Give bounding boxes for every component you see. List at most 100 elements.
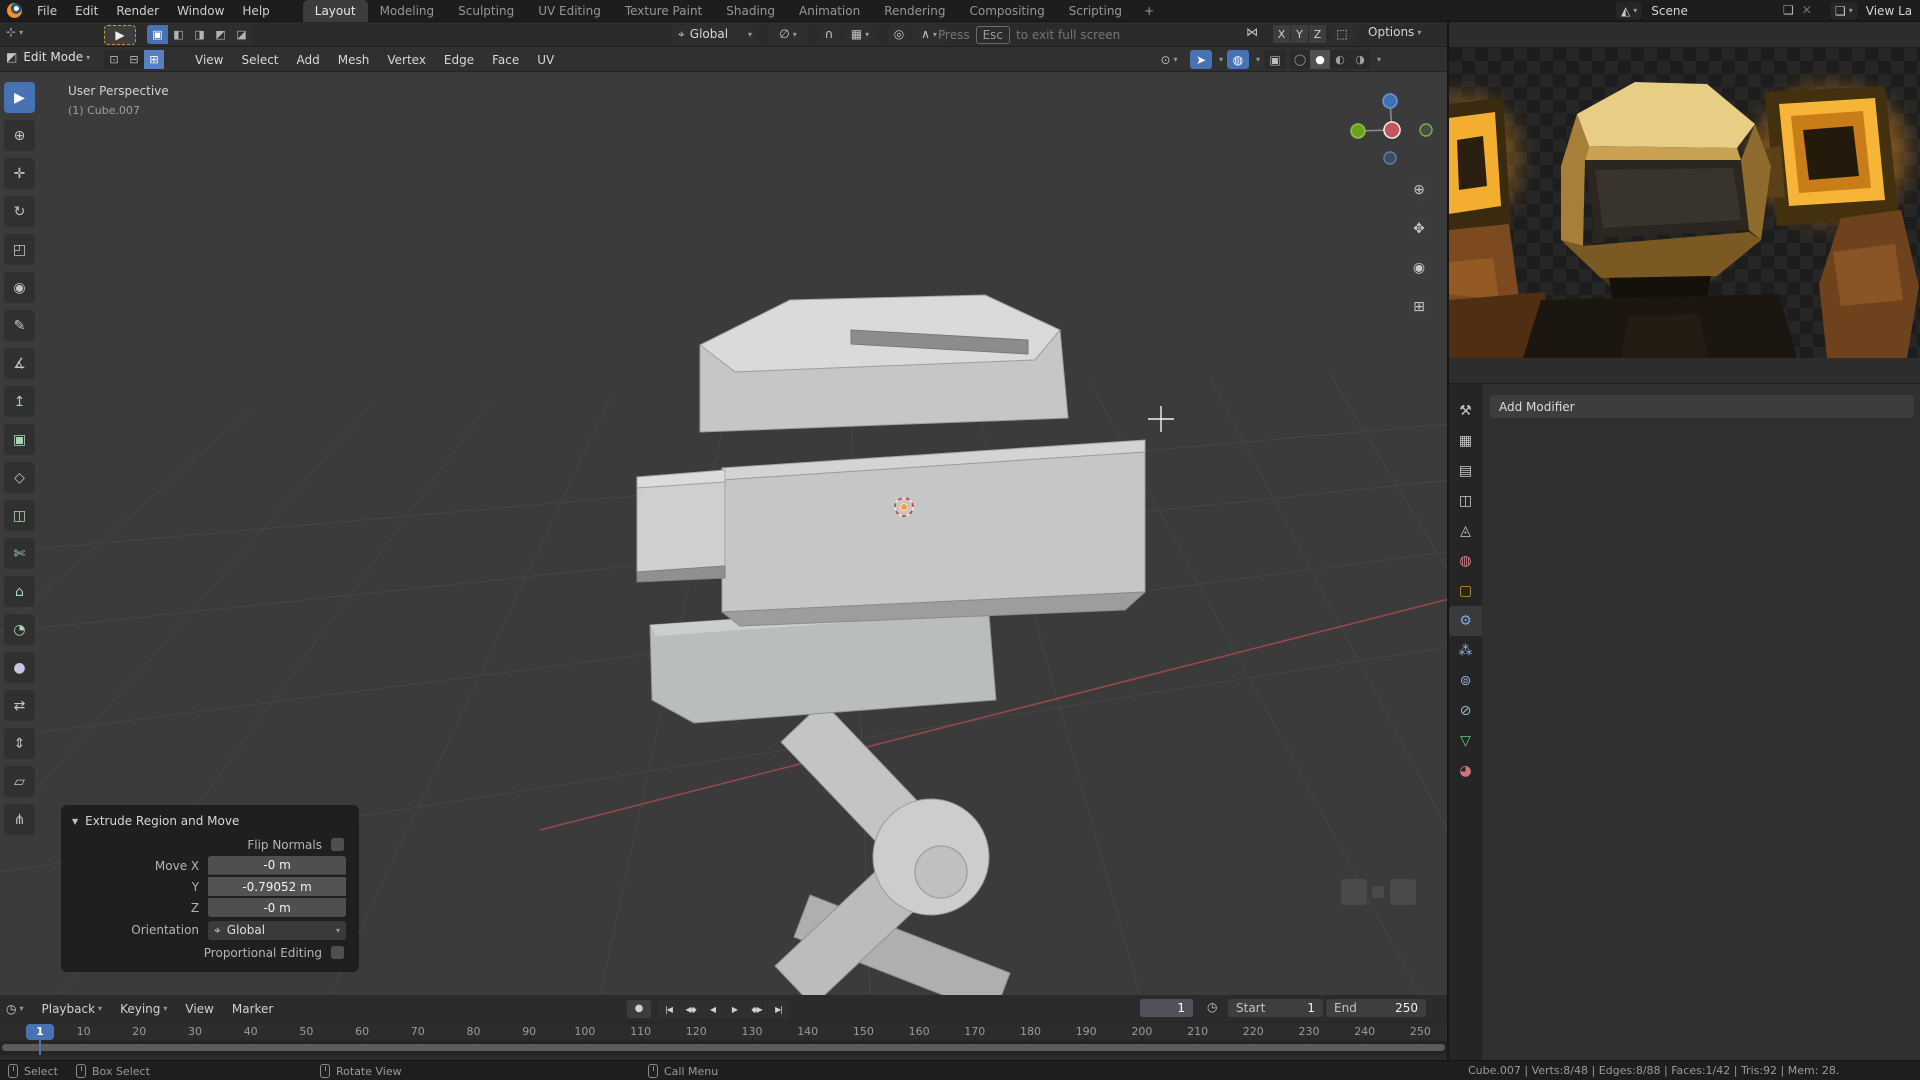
move-x-field[interactable]: -0 m [208,856,346,875]
mirror-icon[interactable]: ⋈ [1246,25,1258,39]
workspace-tab-scripting[interactable]: Scripting [1057,0,1134,22]
tool-knife[interactable]: ✄ [4,538,35,569]
play-button[interactable]: ▶ [724,1000,745,1018]
shading-dropdown-caret[interactable]: ▾ [1377,55,1381,64]
select-op-extend[interactable]: ◧ [168,25,189,44]
gizmo-z-axis[interactable] [1383,94,1397,108]
select-op-set[interactable]: ▣ [147,25,168,44]
tool-transform[interactable]: ◉ [4,272,35,303]
tool-scale[interactable]: ◰ [4,234,35,265]
jump-to-start-button[interactable]: |◀ [658,1000,679,1018]
orientation-dropdown[interactable]: ⌖ Global ▾ [208,921,346,940]
properties-tab-output[interactable]: ▤ [1449,456,1482,486]
previous-keyframe-button[interactable]: ◀◆ [680,1000,701,1018]
mirror-z-toggle[interactable]: Z [1309,25,1326,43]
properties-tab-object-data[interactable]: ▽ [1449,726,1482,756]
gizmo-x-neg-axis[interactable] [1420,124,1432,136]
viewport-menu-select[interactable]: Select [232,53,287,67]
select-mode-face-button[interactable]: ⊞ [144,50,164,69]
timeline-menu-view[interactable]: View [176,1002,222,1016]
viewport-menu-mesh[interactable]: Mesh [329,53,379,67]
properties-tab-render[interactable]: ▦ [1449,426,1482,456]
auto-keying-record-button[interactable]: ● [627,1000,651,1018]
xray-toggle[interactable]: ▣ [1264,50,1286,69]
mirror-x-toggle[interactable]: X [1273,25,1290,43]
viewport-pan-control[interactable]: ✥ [1406,216,1432,242]
current-frame-indicator[interactable]: 1 [26,1024,54,1040]
move-y-field[interactable]: -0.79052 m [208,877,346,896]
properties-tab-view-layer[interactable]: ◫ [1449,486,1482,516]
workspace-tab-uv-editing[interactable]: UV Editing [526,0,613,22]
overlays-dropdown-caret[interactable]: ▾ [1256,55,1260,64]
current-frame-field[interactable]: 1 [1140,999,1193,1017]
jump-to-end-button[interactable]: ▶| [768,1000,789,1018]
menu-window[interactable]: Window [168,0,233,22]
tool-spin[interactable]: ◔ [4,614,35,645]
workspace-tab-modeling[interactable]: Modeling [368,0,447,22]
scene-name[interactable]: Scene [1651,4,1688,18]
workspace-tab-shading[interactable]: Shading [714,0,787,22]
properties-tab-physics[interactable]: ⊚ [1449,666,1482,696]
tool-poly-build[interactable]: ⌂ [4,576,35,607]
gizmo-x-axis[interactable] [1384,122,1400,138]
stopwatch-icon[interactable]: ◷ [1207,1000,1217,1014]
new-scene-icon[interactable]: ❏ [1783,3,1794,17]
tool-inset-faces[interactable]: ▣ [4,424,35,455]
workspace-tab-compositing[interactable]: Compositing [957,0,1056,22]
workspace-tab-layout[interactable]: Layout [303,0,368,22]
tool-measure[interactable]: ∡ [4,348,35,379]
select-op-subtract[interactable]: ◨ [189,25,210,44]
viewport-zoom-control[interactable]: ⊕ [1406,177,1432,203]
play-reverse-button[interactable]: ◀ [702,1000,723,1018]
tool-edge-slide[interactable]: ⇄ [4,690,35,721]
tool-select-box[interactable]: ▶ [4,82,35,113]
viewport-camera-view-control[interactable]: ◉ [1406,255,1432,281]
timeline-scrollbar[interactable] [2,1044,1445,1051]
tool-shrink-fatten[interactable]: ⇕ [4,728,35,759]
proportional-editing-toggle[interactable]: ◎ [888,25,910,43]
timeline-menu-keying[interactable]: Keying▾ [111,1002,176,1016]
view-layer-name[interactable]: View La [1866,4,1912,18]
mech-model[interactable] [637,295,1145,995]
tool-shear[interactable]: ▱ [4,766,35,797]
properties-tab-object[interactable]: ▢ [1449,576,1482,606]
viewport-menu-add[interactable]: Add [288,53,329,67]
scene-selector[interactable]: ◭▾ Scene [1616,2,1688,19]
properties-tab-modifiers[interactable]: ⚙ [1449,606,1482,636]
tool-move[interactable]: ✛ [4,158,35,189]
tool-extrude-region[interactable]: ↥ [4,386,35,417]
shading-solid-button[interactable]: ● [1310,50,1330,69]
viewport-menu-face[interactable]: Face [483,53,528,67]
show-visibility-dropdown[interactable]: ⊙▾ [1152,50,1186,69]
gizmo-y-axis[interactable] [1351,124,1365,138]
add-modifier-button[interactable]: Add Modifier [1490,395,1914,418]
frame-start-field[interactable]: Start 1 [1228,999,1323,1017]
flip-normals-checkbox[interactable] [331,838,344,851]
properties-tab-scene[interactable]: ◬ [1449,516,1482,546]
properties-tab-particles[interactable]: ⁂ [1449,636,1482,666]
viewport-menu-uv[interactable]: UV [528,53,563,67]
move-z-field[interactable]: -0 m [208,898,346,917]
add-workspace-button[interactable]: + [1134,4,1164,18]
mode-selector[interactable]: ◩ Edit Mode ▾ [6,50,90,64]
timeline-ruler[interactable]: 1 10203040506070809010011012013014015016… [0,1022,1449,1041]
tool-annotate[interactable]: ✎ [4,310,35,341]
properties-tab-material[interactable]: ◕ [1449,756,1482,786]
timeline-editor-type-button[interactable]: ◷▾ [0,1002,33,1016]
tool-rip-region[interactable]: ⋔ [4,804,35,835]
select-mode-edge-button[interactable]: ⊟ [124,50,144,69]
properties-tab-world[interactable]: ◍ [1449,546,1482,576]
snap-toggle[interactable]: ∩ [818,25,840,43]
unlink-scene-icon[interactable]: ✕ [1802,3,1812,17]
tool-loop-cut[interactable]: ◫ [4,500,35,531]
workspace-tab-rendering[interactable]: Rendering [872,0,957,22]
pivot-point-dropdown[interactable]: ∅▾ [768,25,808,43]
viewport-menu-vertex[interactable]: Vertex [378,53,435,67]
blender-logo-icon[interactable] [7,3,22,18]
viewport-toggle-perspective-control[interactable]: ⊞ [1406,294,1432,320]
viewport-menu-view[interactable]: View [186,53,232,67]
properties-tab-tool[interactable]: ⚒ [1449,396,1482,426]
show-overlays-toggle[interactable]: ◍ [1227,50,1249,69]
select-op-intersect[interactable]: ◪ [231,25,252,44]
gizmo-z-neg-axis[interactable] [1384,152,1396,164]
